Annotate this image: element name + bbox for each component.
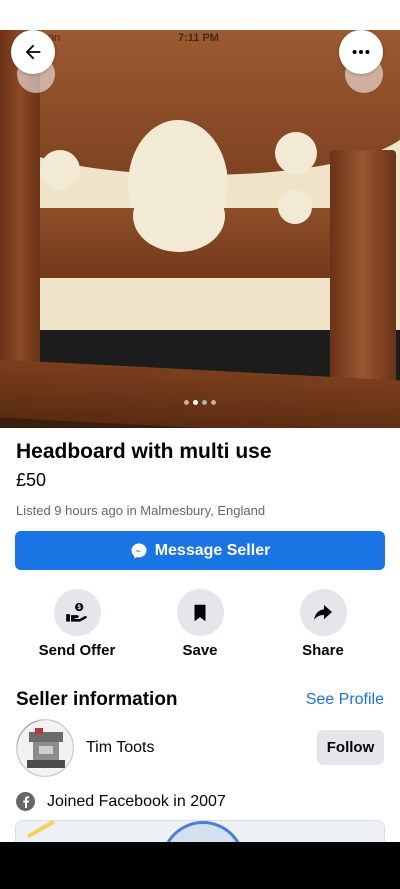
carousel-dot bbox=[211, 400, 216, 405]
photo-hole-left bbox=[40, 150, 80, 190]
listing-title: Headboard with multi use bbox=[16, 440, 272, 463]
carousel-dot bbox=[202, 400, 207, 405]
bookmark-icon bbox=[194, 604, 206, 621]
follow-button[interactable]: Follow bbox=[317, 730, 384, 765]
map-road bbox=[27, 821, 55, 839]
send-offer-button[interactable]: $ Send Offer bbox=[27, 589, 127, 659]
bottom-black-bar bbox=[0, 842, 400, 889]
share-circle bbox=[299, 589, 347, 636]
facebook-icon bbox=[16, 792, 35, 811]
status-time: 7:11 PM bbox=[178, 32, 219, 44]
back-button[interactable] bbox=[11, 30, 55, 74]
see-profile-link[interactable]: See Profile bbox=[306, 691, 384, 709]
joined-facebook-row: Joined Facebook in 2007 bbox=[16, 792, 226, 811]
seller-avatar[interactable] bbox=[16, 719, 74, 777]
share-label: Share bbox=[302, 642, 344, 659]
save-label: Save bbox=[182, 642, 218, 659]
photo-hole-right bbox=[275, 132, 317, 174]
status-bar-background bbox=[0, 0, 400, 30]
photo-hole-lower-center bbox=[133, 180, 225, 252]
arrow-left-icon bbox=[25, 44, 41, 60]
offer-hand-icon: $ bbox=[66, 602, 87, 622]
more-options-button[interactable] bbox=[339, 30, 383, 74]
avatar-image bbox=[17, 720, 73, 776]
listing-price: £50 bbox=[16, 470, 47, 490]
listing-photo[interactable]: izon 7:11 PM bbox=[0, 30, 400, 428]
carousel-indicator bbox=[0, 400, 400, 405]
marketplace-listing-screen: izon 7:11 PM Headboard with multi use £5… bbox=[0, 0, 400, 889]
save-circle bbox=[176, 589, 224, 636]
joined-text: Joined Facebook in 2007 bbox=[47, 792, 226, 810]
photo-hole-lower-right bbox=[278, 190, 312, 224]
seller-information-heading: Seller information bbox=[16, 689, 178, 710]
send-offer-label: Send Offer bbox=[38, 642, 116, 659]
share-button[interactable]: Share bbox=[273, 589, 373, 659]
send-offer-circle: $ bbox=[53, 589, 101, 636]
save-button[interactable]: Save bbox=[150, 589, 250, 659]
carousel-dot-active bbox=[193, 400, 198, 405]
message-seller-label: Message Seller bbox=[154, 541, 271, 559]
more-horizontal-icon bbox=[352, 49, 370, 55]
carousel-dot bbox=[184, 400, 189, 405]
message-seller-button[interactable]: Message Seller bbox=[15, 531, 385, 570]
listing-meta: Listed 9 hours ago in Malmesbury, Englan… bbox=[16, 503, 266, 518]
share-arrow-icon bbox=[314, 604, 332, 620]
messenger-icon bbox=[131, 543, 147, 558]
seller-name[interactable]: Tim Toots bbox=[86, 739, 154, 757]
